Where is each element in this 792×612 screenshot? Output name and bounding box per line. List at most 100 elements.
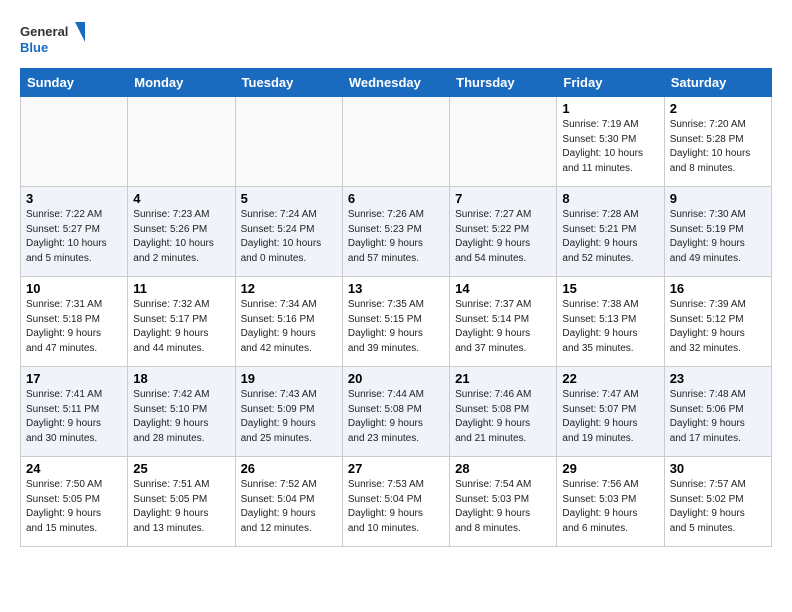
day-number: 3 <box>26 191 122 206</box>
calendar-cell: 19 Sunrise: 7:43 AM Sunset: 5:09 PM Dayli… <box>235 367 342 457</box>
calendar-cell: 6 Sunrise: 7:26 AM Sunset: 5:23 PM Daylig… <box>342 187 449 277</box>
day-info: Sunrise: 7:54 AM Sunset: 5:03 PM Dayligh… <box>455 478 551 536</box>
day-info: Sunrise: 7:31 AM Sunset: 5:18 PM Dayligh… <box>26 298 122 356</box>
general-blue-logo: General Blue <box>20 20 90 58</box>
weekday-header: Saturday <box>664 69 771 97</box>
calendar-cell: 29 Sunrise: 7:56 AM Sunset: 5:03 PM Dayli… <box>557 457 664 547</box>
day-info: Sunrise: 7:57 AM Sunset: 5:02 PM Dayligh… <box>670 478 766 536</box>
day-number: 9 <box>670 191 766 206</box>
weekday-header: Monday <box>128 69 235 97</box>
day-info: Sunrise: 7:46 AM Sunset: 5:08 PM Dayligh… <box>455 388 551 446</box>
day-number: 12 <box>241 281 337 296</box>
calendar-cell: 12 Sunrise: 7:34 AM Sunset: 5:16 PM Dayli… <box>235 277 342 367</box>
weekday-header: Sunday <box>21 69 128 97</box>
day-number: 13 <box>348 281 444 296</box>
calendar-cell: 24 Sunrise: 7:50 AM Sunset: 5:05 PM Dayli… <box>21 457 128 547</box>
calendar-cell: 9Sunrise: 7:30 AM Sunset: 5:19 PM Daylig… <box>664 187 771 277</box>
calendar-cell <box>235 97 342 187</box>
day-info: Sunrise: 7:26 AM Sunset: 5:23 PM Dayligh… <box>348 208 444 266</box>
weekday-header: Wednesday <box>342 69 449 97</box>
calendar-cell: 13 Sunrise: 7:35 AM Sunset: 5:15 PM Dayli… <box>342 277 449 367</box>
calendar-cell: 25 Sunrise: 7:51 AM Sunset: 5:05 PM Dayli… <box>128 457 235 547</box>
day-number: 28 <box>455 461 551 476</box>
calendar-cell: 18Sunrise: 7:42 AM Sunset: 5:10 PM Dayli… <box>128 367 235 457</box>
calendar-cell: 8 Sunrise: 7:28 AM Sunset: 5:21 PM Daylig… <box>557 187 664 277</box>
calendar-cell: 3 Sunrise: 7:22 AM Sunset: 5:27 PM Daylig… <box>21 187 128 277</box>
day-number: 11 <box>133 281 229 296</box>
day-info: Sunrise: 7:34 AM Sunset: 5:16 PM Dayligh… <box>241 298 337 356</box>
weekday-header: Tuesday <box>235 69 342 97</box>
day-number: 16 <box>670 281 766 296</box>
day-number: 25 <box>133 461 229 476</box>
day-info: Sunrise: 7:43 AM Sunset: 5:09 PM Dayligh… <box>241 388 337 446</box>
day-number: 7 <box>455 191 551 206</box>
calendar-cell: 10 Sunrise: 7:31 AM Sunset: 5:18 PM Dayli… <box>21 277 128 367</box>
svg-text:Blue: Blue <box>20 40 48 55</box>
calendar-cell: 30 Sunrise: 7:57 AM Sunset: 5:02 PM Dayli… <box>664 457 771 547</box>
day-info: Sunrise: 7:53 AM Sunset: 5:04 PM Dayligh… <box>348 478 444 536</box>
day-info: Sunrise: 7:19 AM Sunset: 5:30 PM Dayligh… <box>562 118 658 176</box>
calendar-cell <box>450 97 557 187</box>
day-number: 8 <box>562 191 658 206</box>
calendar-cell: 22 Sunrise: 7:47 AM Sunset: 5:07 PM Dayli… <box>557 367 664 457</box>
day-number: 22 <box>562 371 658 386</box>
day-number: 17 <box>26 371 122 386</box>
weekday-header: Friday <box>557 69 664 97</box>
day-info: Sunrise: 7:37 AM Sunset: 5:14 PM Dayligh… <box>455 298 551 356</box>
calendar-cell: 2 Sunrise: 7:20 AM Sunset: 5:28 PM Daylig… <box>664 97 771 187</box>
day-number: 24 <box>26 461 122 476</box>
day-number: 15 <box>562 281 658 296</box>
day-info: Sunrise: 7:52 AM Sunset: 5:04 PM Dayligh… <box>241 478 337 536</box>
day-number: 30 <box>670 461 766 476</box>
day-info: Sunrise: 7:48 AM Sunset: 5:06 PM Dayligh… <box>670 388 766 446</box>
day-number: 1 <box>562 101 658 116</box>
day-info: Sunrise: 7:35 AM Sunset: 5:15 PM Dayligh… <box>348 298 444 356</box>
day-info: Sunrise: 7:20 AM Sunset: 5:28 PM Dayligh… <box>670 118 766 176</box>
calendar-cell <box>21 97 128 187</box>
day-number: 19 <box>241 371 337 386</box>
day-info: Sunrise: 7:39 AM Sunset: 5:12 PM Dayligh… <box>670 298 766 356</box>
day-info: Sunrise: 7:32 AM Sunset: 5:17 PM Dayligh… <box>133 298 229 356</box>
day-info: Sunrise: 7:50 AM Sunset: 5:05 PM Dayligh… <box>26 478 122 536</box>
day-info: Sunrise: 7:23 AM Sunset: 5:26 PM Dayligh… <box>133 208 229 266</box>
day-info: Sunrise: 7:44 AM Sunset: 5:08 PM Dayligh… <box>348 388 444 446</box>
calendar-cell: 11 Sunrise: 7:32 AM Sunset: 5:17 PM Dayli… <box>128 277 235 367</box>
day-number: 4 <box>133 191 229 206</box>
day-number: 26 <box>241 461 337 476</box>
day-number: 14 <box>455 281 551 296</box>
calendar-cell: 14 Sunrise: 7:37 AM Sunset: 5:14 PM Dayli… <box>450 277 557 367</box>
calendar-cell: 20 Sunrise: 7:44 AM Sunset: 5:08 PM Dayli… <box>342 367 449 457</box>
calendar-cell: 21 Sunrise: 7:46 AM Sunset: 5:08 PM Dayli… <box>450 367 557 457</box>
logo: General Blue <box>20 20 90 58</box>
page-header: General Blue <box>20 20 772 58</box>
day-number: 21 <box>455 371 551 386</box>
day-info: Sunrise: 7:24 AM Sunset: 5:24 PM Dayligh… <box>241 208 337 266</box>
day-number: 2 <box>670 101 766 116</box>
day-info: Sunrise: 7:22 AM Sunset: 5:27 PM Dayligh… <box>26 208 122 266</box>
calendar-cell <box>128 97 235 187</box>
calendar-table: SundayMondayTuesdayWednesdayThursdayFrid… <box>20 68 772 547</box>
day-info: Sunrise: 7:28 AM Sunset: 5:21 PM Dayligh… <box>562 208 658 266</box>
calendar-cell: 5 Sunrise: 7:24 AM Sunset: 5:24 PM Daylig… <box>235 187 342 277</box>
calendar-cell <box>342 97 449 187</box>
day-number: 20 <box>348 371 444 386</box>
day-number: 18 <box>133 371 229 386</box>
calendar-cell: 27 Sunrise: 7:53 AM Sunset: 5:04 PM Dayli… <box>342 457 449 547</box>
day-number: 29 <box>562 461 658 476</box>
weekday-header: Thursday <box>450 69 557 97</box>
day-number: 27 <box>348 461 444 476</box>
calendar-cell: 28 Sunrise: 7:54 AM Sunset: 5:03 PM Dayli… <box>450 457 557 547</box>
day-number: 5 <box>241 191 337 206</box>
day-number: 10 <box>26 281 122 296</box>
calendar-cell: 23 Sunrise: 7:48 AM Sunset: 5:06 PM Dayli… <box>664 367 771 457</box>
day-info: Sunrise: 7:27 AM Sunset: 5:22 PM Dayligh… <box>455 208 551 266</box>
day-info: Sunrise: 7:47 AM Sunset: 5:07 PM Dayligh… <box>562 388 658 446</box>
day-number: 23 <box>670 371 766 386</box>
day-info: Sunrise: 7:41 AM Sunset: 5:11 PM Dayligh… <box>26 388 122 446</box>
calendar-header: SundayMondayTuesdayWednesdayThursdayFrid… <box>21 69 772 97</box>
day-info: Sunrise: 7:56 AM Sunset: 5:03 PM Dayligh… <box>562 478 658 536</box>
calendar-cell: 4 Sunrise: 7:23 AM Sunset: 5:26 PM Daylig… <box>128 187 235 277</box>
day-number: 6 <box>348 191 444 206</box>
calendar-cell: 17 Sunrise: 7:41 AM Sunset: 5:11 PM Dayli… <box>21 367 128 457</box>
day-info: Sunrise: 7:51 AM Sunset: 5:05 PM Dayligh… <box>133 478 229 536</box>
